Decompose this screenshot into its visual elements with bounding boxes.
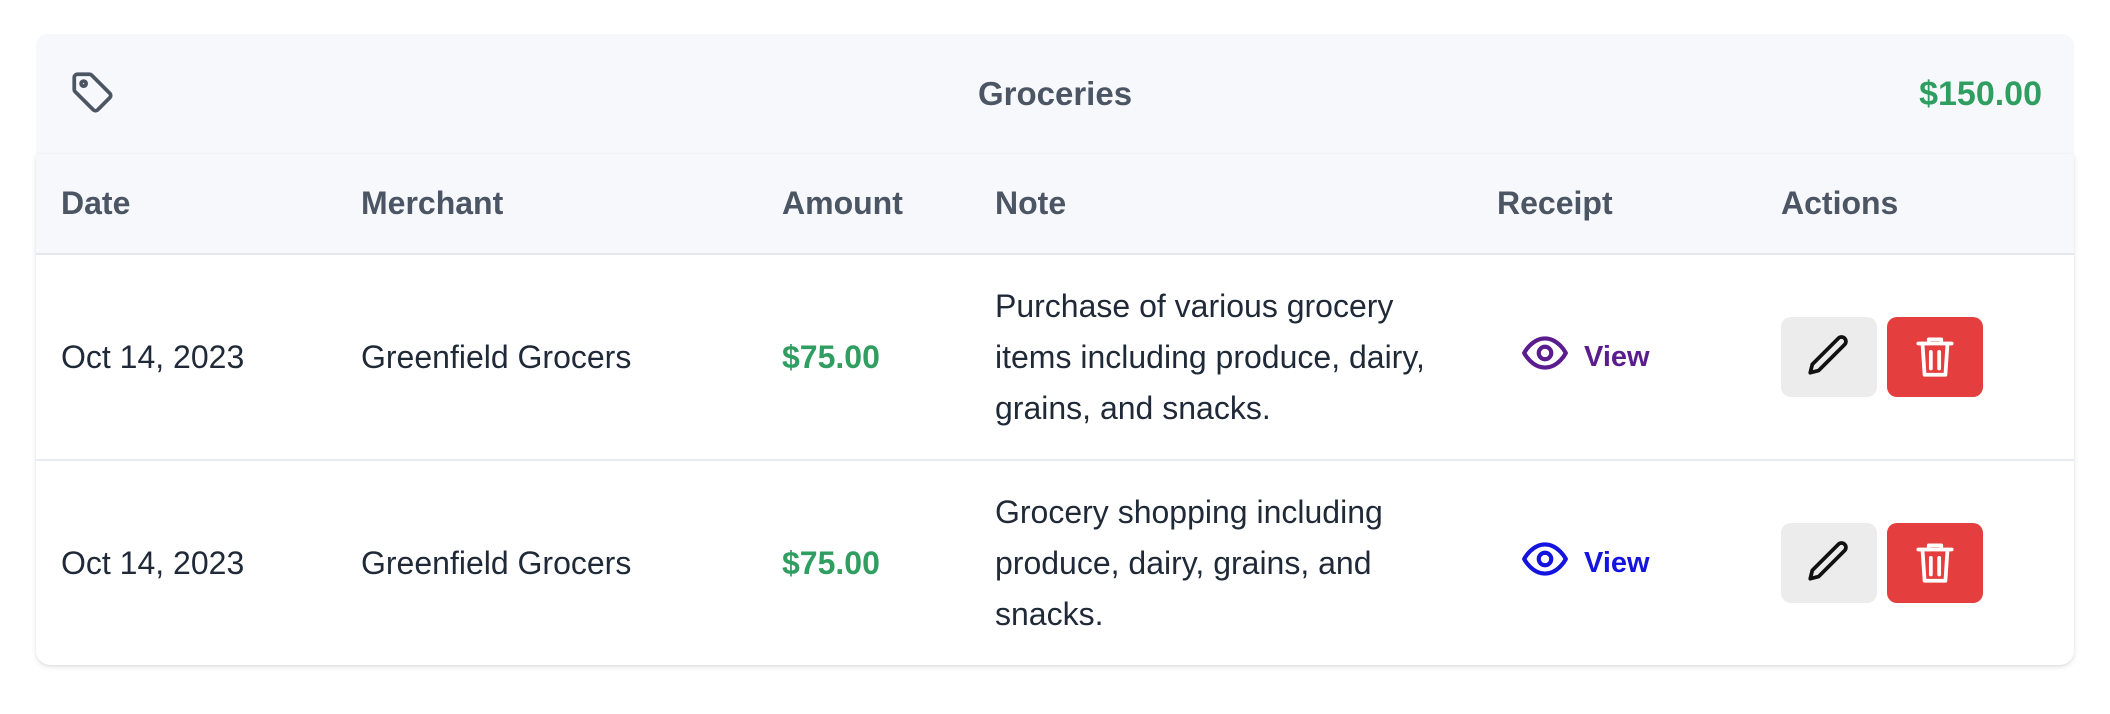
merchant-cell: Greenfield Grocers <box>361 338 632 375</box>
date-cell: Oct 14, 2023 <box>61 338 245 375</box>
delete-button[interactable] <box>1887 523 1983 603</box>
trash-icon <box>1910 537 1960 590</box>
actions-cell <box>1781 461 1983 665</box>
column-header-actions: Actions <box>1781 185 1899 221</box>
column-header-note: Note <box>995 185 1067 221</box>
eye-icon <box>1520 534 1570 592</box>
view-receipt-label: View <box>1584 546 1650 579</box>
category-total: $150.00 <box>1919 75 2042 113</box>
amount-cell: $75.00 <box>782 338 880 375</box>
category-header: Groceries $150.00 <box>36 34 2074 154</box>
table-row: Oct 14, 2023 Greenfield Grocers $75.00 P… <box>36 255 2074 461</box>
note-text: Purchase of various grocery items includ… <box>995 287 1425 426</box>
note-cell: Grocery shopping including produce, dair… <box>995 461 1465 665</box>
table-row: Oct 14, 2023 Greenfield Grocers $75.00 G… <box>36 461 2074 665</box>
receipt-cell: View <box>1520 461 1650 665</box>
table-header: Date Merchant Amount Note Receipt Action… <box>36 154 2074 255</box>
view-receipt-link[interactable]: View <box>1520 534 1650 592</box>
edit-button[interactable] <box>1781 523 1877 603</box>
column-header-amount: Amount <box>782 185 903 221</box>
amount-cell: $75.00 <box>782 544 880 581</box>
note-text: Grocery shopping including produce, dair… <box>995 493 1383 632</box>
pencil-icon <box>1804 331 1854 384</box>
actions-cell <box>1781 255 1983 459</box>
receipt-cell: View <box>1520 255 1650 459</box>
date-cell: Oct 14, 2023 <box>61 544 245 581</box>
view-receipt-link[interactable]: View <box>1520 328 1650 386</box>
view-receipt-label: View <box>1584 340 1650 373</box>
column-header-date: Date <box>61 185 131 221</box>
expenses-table: Date Merchant Amount Note Receipt Action… <box>36 154 2074 665</box>
pencil-icon <box>1804 537 1854 590</box>
edit-button[interactable] <box>1781 317 1877 397</box>
note-cell: Purchase of various grocery items includ… <box>995 255 1465 459</box>
column-header-merchant: Merchant <box>361 185 504 221</box>
column-header-receipt: Receipt <box>1497 185 1613 221</box>
merchant-cell: Greenfield Grocers <box>361 544 632 581</box>
expense-category-panel: Groceries $150.00 Date Merchant Amount N… <box>36 34 2074 665</box>
trash-icon <box>1910 331 1960 384</box>
eye-icon <box>1520 328 1570 386</box>
category-title: Groceries <box>977 75 1133 112</box>
delete-button[interactable] <box>1887 317 1983 397</box>
